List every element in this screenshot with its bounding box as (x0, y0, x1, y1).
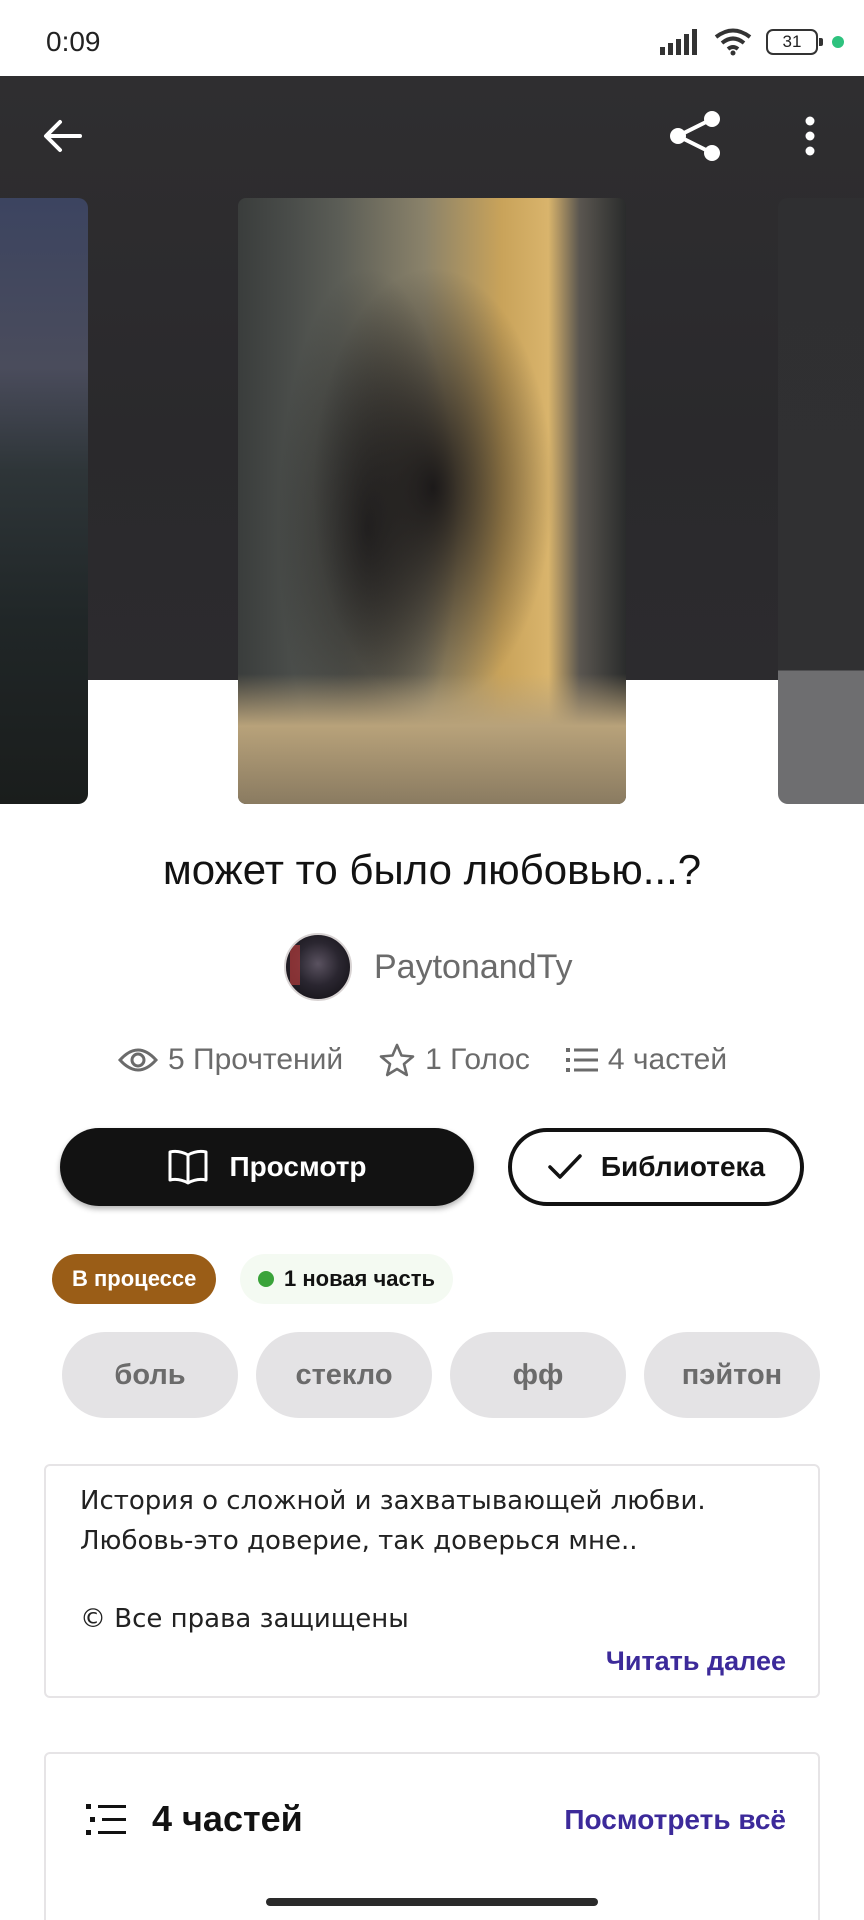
new-part-badge: 1 новая часть (240, 1254, 454, 1304)
share-icon (670, 111, 720, 161)
book-icon (168, 1149, 208, 1185)
story-stats: 5 Прочтений 1 Голос 4 частей (118, 1036, 727, 1084)
votes-stat: 1 Голос (379, 1043, 530, 1077)
more-vert-icon (805, 116, 815, 156)
read-view-label: Просмотр (229, 1151, 367, 1182)
library-label: Библиотека (600, 1151, 766, 1182)
tag-chip[interactable]: пэйтон (644, 1332, 820, 1418)
status-time: 0:09 (46, 26, 101, 57)
wifi-icon (714, 28, 752, 56)
tag-chip[interactable]: стекло (256, 1332, 432, 1418)
author-avatar[interactable] (284, 933, 352, 1001)
list-icon (565, 1048, 598, 1072)
status-badge: В процессе (52, 1254, 217, 1304)
library-button[interactable]: Библиотека (508, 1128, 804, 1206)
privacy-dot (832, 36, 844, 48)
parts-card: 4 частей Посмотреть всё (44, 1752, 820, 1920)
tag-chip[interactable]: боль (62, 1332, 238, 1418)
description-card: История о сложной и захватывающей любви.… (44, 1464, 820, 1698)
signal-icon (660, 29, 697, 55)
tag-chip[interactable]: фф (450, 1332, 626, 1418)
parts-count: 4 частей (607, 1043, 728, 1076)
cover-carousel-prev[interactable] (0, 198, 88, 804)
read-view-button[interactable]: Просмотр (60, 1128, 474, 1206)
story-title: может то было любовью...? (162, 846, 702, 893)
description-line: Любовь-это доверие, так доверься мне.. (80, 1526, 638, 1556)
status-bar: 0:09 31 (0, 0, 864, 76)
cover-carousel-next[interactable] (778, 198, 864, 804)
check-icon (548, 1154, 582, 1179)
parts-stat: 4 частей (565, 1043, 728, 1077)
star-icon (379, 1043, 415, 1077)
back-button[interactable] (26, 100, 98, 172)
story-cover-image (238, 198, 626, 804)
author-name[interactable]: PaytonandTy (374, 948, 572, 987)
parts-title: 4 частей (152, 1798, 303, 1839)
new-part-label: 1 новая часть (284, 1266, 436, 1291)
table-of-contents-icon (86, 1804, 126, 1835)
copyright-text: © Все права защищены (80, 1604, 409, 1634)
home-indicator[interactable] (266, 1898, 598, 1906)
back-arrow-icon (44, 120, 82, 152)
new-part-dot-icon (258, 1271, 274, 1287)
tag-list: боль стекло фф пэйтон (62, 1332, 820, 1418)
author-link[interactable]: PaytonandTy (284, 932, 572, 1002)
battery-indicator: 31 (766, 29, 823, 55)
read-more-link[interactable]: Читать далее (606, 1646, 786, 1677)
share-button[interactable] (660, 100, 732, 172)
reads-stat: 5 Прочтений (118, 1043, 343, 1077)
reads-count: 5 Прочтений (168, 1043, 344, 1076)
description-line: История о сложной и захватывающей любви. (80, 1486, 706, 1516)
cover-floor-shade (238, 674, 626, 804)
more-options-button[interactable] (774, 100, 846, 172)
status-icons: 31 (660, 24, 844, 60)
votes-count: 1 Голос (425, 1043, 530, 1076)
see-all-link[interactable]: Посмотреть всё (564, 1804, 786, 1836)
eye-icon (118, 1048, 158, 1072)
